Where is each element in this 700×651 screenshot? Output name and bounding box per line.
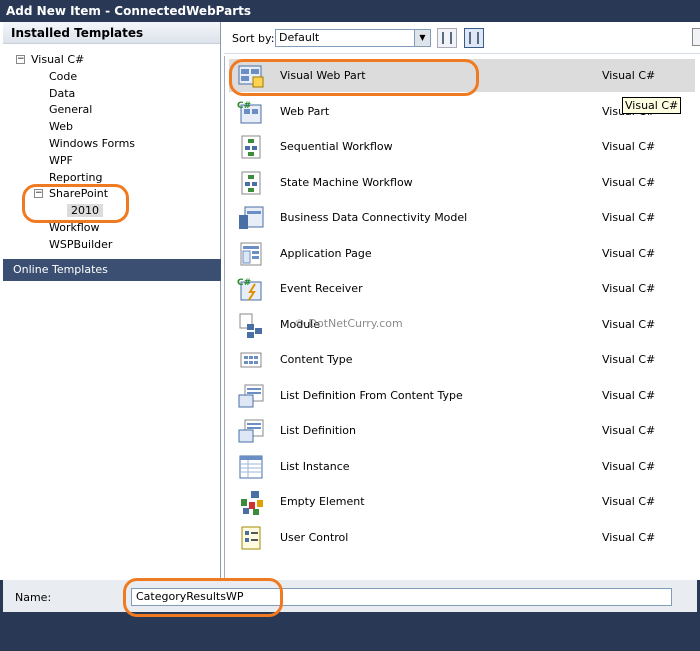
list-definition-content-type-icon — [237, 383, 265, 409]
list-instance-icon — [237, 454, 265, 480]
template-name: Content Type — [280, 353, 353, 366]
name-bar: Name: CategoryResultsWP — [3, 580, 697, 612]
template-row-list-definition[interactable]: List Definition Visual C# — [229, 414, 695, 447]
module-icon — [237, 312, 265, 338]
template-row-list-definition-from-content-type[interactable]: List Definition From Content Type Visual … — [229, 379, 695, 412]
template-name: List Definition — [280, 424, 356, 437]
tree-item-web[interactable]: Web — [49, 120, 73, 133]
grid-view-icon — [442, 32, 452, 44]
template-language: Visual C# — [602, 246, 656, 260]
template-tree: − Visual C# Code Data General Web Windows Form… — [3, 44, 220, 254]
template-categories-panel: Installed Templates − Visual C# Code Data Ge… — [3, 22, 221, 580]
window-title: Add New Item - ConnectedWebParts — [0, 0, 700, 22]
tree-collapse-icon[interactable]: − — [16, 55, 25, 64]
template-language: Visual C# — [602, 459, 656, 473]
template-name: State Machine Workflow — [280, 175, 413, 189]
template-language: Visual C# — [602, 424, 656, 437]
list-view-button[interactable] — [464, 28, 484, 48]
user-control-icon — [237, 525, 265, 551]
template-name: Sequential Workflow — [280, 140, 393, 153]
empty-element-icon — [237, 489, 265, 515]
template-name: Empty Element — [280, 495, 365, 508]
list-definition-icon — [237, 418, 265, 444]
sort-by-select[interactable]: Default ▼ — [275, 29, 431, 47]
sort-by-value: Default — [279, 31, 320, 44]
tree-item-code[interactable]: Code — [49, 70, 77, 83]
tree-item-reporting[interactable]: Reporting — [49, 171, 102, 184]
chevron-down-icon[interactable]: ▼ — [414, 30, 430, 46]
installed-templates-header[interactable]: Installed Templates — [3, 22, 220, 44]
template-name: Web Part — [280, 104, 330, 118]
tree-item-sharepoint[interactable]: SharePoint — [49, 187, 108, 200]
online-templates-header[interactable]: Online Templates — [3, 259, 221, 281]
template-name: User Control — [280, 530, 349, 544]
svg-text:C#: C# — [237, 278, 251, 288]
template-name: Application Page — [280, 246, 372, 260]
tree-item-data[interactable]: Data — [49, 87, 75, 100]
details-pane-toggle-button[interactable] — [692, 28, 700, 46]
template-row-visual-web-part[interactable]: Visual Web Part Visual C# — [229, 59, 695, 92]
web-part-icon: C# — [237, 99, 265, 125]
tree-collapse-icon[interactable]: − — [34, 189, 43, 199]
tree-item-wspbuilder[interactable]: WSPBuilder — [49, 238, 112, 251]
name-input[interactable]: CategoryResultsWP — [131, 588, 672, 606]
tree-item-2010[interactable]: 2010 — [67, 204, 103, 218]
state-machine-workflow-icon — [237, 170, 265, 196]
sort-toolbar: Sort by: Default ▼ — [224, 22, 700, 54]
language-tooltip: Visual C# — [622, 97, 682, 114]
template-language: Visual C# — [602, 282, 656, 295]
template-row-list-instance[interactable]: List Instance Visual C# — [229, 450, 695, 483]
sort-by-label: Sort by: — [232, 32, 275, 45]
template-row-event-receiver[interactable]: C# Event Receiver Visual C# — [229, 272, 695, 305]
tree-item-windows-forms[interactable]: Windows Forms — [49, 137, 135, 150]
template-name: List Instance — [280, 459, 350, 473]
svg-text:C#: C# — [237, 101, 251, 111]
content-type-icon — [237, 347, 265, 373]
template-row-business-data-connectivity-model[interactable]: Business Data Connectivity Model Visual C… — [229, 201, 695, 234]
visual-web-part-icon — [237, 63, 265, 89]
watermark: © DotNetCurry.com — [294, 317, 403, 330]
event-receiver-icon: C# — [237, 276, 265, 302]
template-row-content-type[interactable]: Content Type Visual C# — [229, 343, 695, 376]
tree-item-visual-c-[interactable]: Visual C# — [31, 53, 84, 66]
template-row-user-control[interactable]: User Control Visual C# — [229, 521, 695, 554]
template-language: Visual C# — [602, 317, 656, 331]
template-language: Visual C# — [602, 69, 656, 82]
template-language: Visual C# — [602, 140, 656, 153]
tree-item-workflow[interactable]: Workflow — [49, 221, 100, 234]
sequential-workflow-icon — [237, 134, 265, 160]
template-row-state-machine-workflow[interactable]: State Machine Workflow Visual C# — [229, 166, 695, 199]
medium-icons-view-button[interactable] — [437, 28, 457, 48]
template-language: Visual C# — [602, 495, 656, 508]
template-name: List Definition From Content Type — [280, 388, 463, 402]
template-language: Visual C# — [602, 530, 656, 544]
template-language: Visual C# — [602, 353, 656, 366]
template-language: Visual C# — [602, 175, 656, 189]
name-label: Name: — [15, 591, 52, 604]
application-page-icon — [237, 241, 265, 267]
template-name: Visual Web Part — [280, 69, 366, 82]
tree-item-wpf[interactable]: WPF — [49, 154, 73, 167]
dialog-footer: Name: CategoryResultsWP — [0, 580, 700, 651]
template-language: Visual C# — [602, 211, 656, 224]
template-name: Business Data Connectivity Model — [280, 211, 468, 224]
template-row-sequential-workflow[interactable]: Sequential Workflow Visual C# — [229, 130, 695, 163]
template-name: Event Receiver — [280, 282, 363, 295]
template-row-application-page[interactable]: Application Page Visual C# — [229, 237, 695, 270]
bdc-model-icon — [237, 205, 265, 231]
tree-item-general[interactable]: General — [49, 103, 92, 116]
template-language: Visual C# — [602, 388, 656, 402]
template-row-empty-element[interactable]: Empty Element Visual C# — [229, 485, 695, 518]
list-view-icon — [469, 32, 479, 44]
